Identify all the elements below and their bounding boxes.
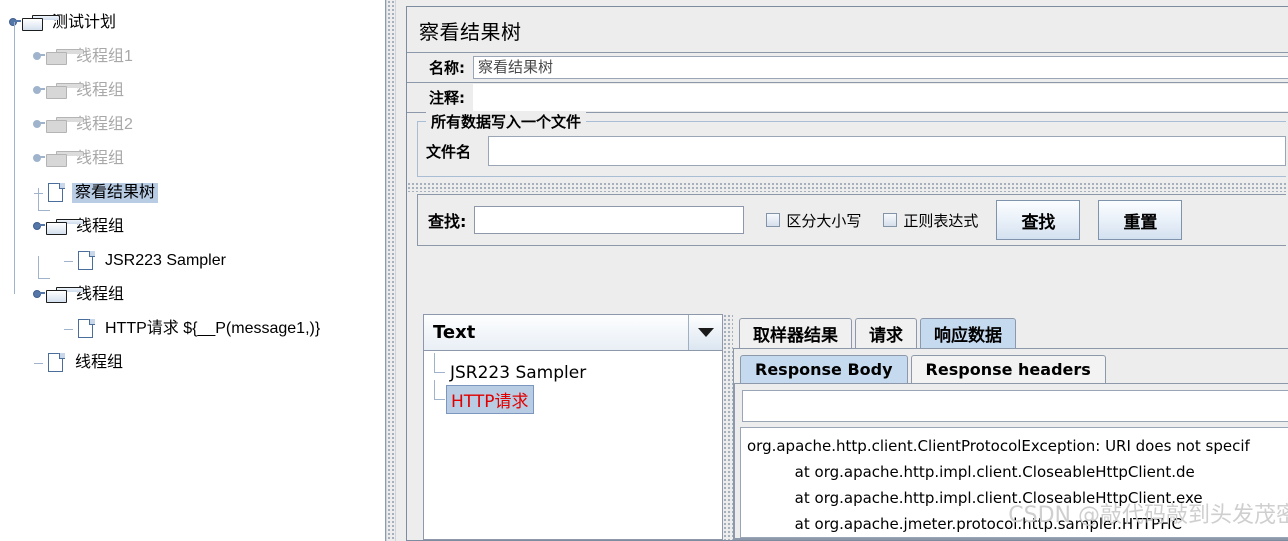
response-filter-input[interactable] (742, 390, 1288, 422)
search-input[interactable] (474, 206, 745, 234)
document-icon (48, 183, 65, 203)
tree-node-label: 线程组 (75, 354, 124, 371)
document-icon (48, 353, 65, 373)
checkbox-box-icon (766, 213, 781, 227)
folder-icon (46, 116, 84, 134)
case-sensitive-checkbox[interactable]: 区分大小写 (766, 210, 861, 231)
comment-row: 注释: (407, 83, 1288, 113)
tree-node[interactable]: JSR223 Sampler (0, 244, 385, 278)
sample-results-list[interactable]: JSR223 Sampler HTTP请求 (423, 351, 723, 540)
results-lower-area: Text JSR223 Sampler HTTP请求 取样器结果 请求 响应数据 Re… (417, 314, 1288, 540)
response-body-line: at org.apache.http.impl.client.Closeable… (747, 463, 1195, 481)
case-sensitive-label: 区分大小写 (786, 211, 862, 230)
tree-expand-handle-icon[interactable] (32, 289, 45, 302)
view-results-tree-card: 察看结果树 名称: 察看结果树 注释: 所有数据写入一个文件 文件名 查找: 区… (406, 6, 1288, 541)
tree-leaf-spacer (32, 357, 45, 370)
response-body-text[interactable]: org.apache.http.client.ClientProtocolExc… (740, 427, 1288, 538)
renderer-combobox[interactable]: Text (423, 314, 723, 351)
jmeter-window: 测试计划 线程组1 线程组 线程组2 线程组 察看结果树 线程组 JSR223 Sampler… (0, 0, 1288, 541)
main-tab[interactable]: 取样器结果 (739, 318, 852, 348)
write-all-data-group-title: 所有数据写入一个文件 (426, 111, 587, 132)
tree-node-label: HTTP请求 ${__P(message1,)} (105, 320, 321, 337)
response-column: 取样器结果 请求 响应数据 Response Body Response header… (733, 314, 1288, 540)
tree-connector-line (38, 188, 39, 210)
tree-node[interactable]: 线程组 (0, 142, 385, 176)
tree-node-label: JSR223 Sampler (105, 252, 226, 269)
results-vertical-splitter[interactable] (723, 314, 733, 540)
search-label: 查找: (428, 212, 467, 231)
response-body-line: at org.apache.jmeter.protocol.http.sampl… (747, 515, 1182, 533)
tree-connector-line (38, 278, 50, 279)
response-sub-tabs[interactable]: Response Body Response headers (734, 351, 1288, 383)
tree-expand-handle-icon[interactable] (32, 221, 45, 234)
tree-node[interactable]: 测试计划 (0, 6, 385, 40)
tree-connector-line (434, 353, 445, 373)
tree-node[interactable]: 线程组 (0, 278, 385, 312)
test-plan-tree[interactable]: 测试计划 线程组1 线程组 线程组2 线程组 察看结果树 线程组 JSR223 Sampler… (0, 0, 385, 380)
chevron-down-icon[interactable] (688, 315, 722, 350)
tree-node[interactable]: 线程组1 (0, 40, 385, 74)
tree-connector-line (38, 210, 50, 211)
result-list-item[interactable]: HTTP请求 (424, 380, 722, 414)
right-editor-area: 察看结果树 名称: 察看结果树 注释: 所有数据写入一个文件 文件名 查找: 区… (396, 0, 1288, 541)
tree-connector-line (14, 22, 15, 294)
tree-node[interactable]: HTTP请求 ${__P(message1,)} (0, 312, 385, 346)
filename-label: 文件名 (426, 142, 472, 161)
comment-label: 注释: (429, 89, 465, 107)
search-bar: 查找: 区分大小写 正则表达式 查找 重置 (417, 194, 1286, 246)
folder-icon (46, 286, 84, 304)
reset-button[interactable]: 重置 (1098, 200, 1183, 240)
tree-node[interactable]: 察看结果树 (0, 176, 385, 210)
folder-icon (46, 150, 84, 168)
filename-row: 文件名 (418, 136, 1286, 166)
tree-node[interactable]: 线程组 (0, 74, 385, 108)
find-button[interactable]: 查找 (996, 200, 1081, 240)
regex-checkbox[interactable]: 正则表达式 (883, 210, 978, 231)
result-list-item-label: JSR223 Sampler (450, 362, 587, 383)
main-tab[interactable]: 响应数据 (920, 318, 1016, 348)
tree-expand-handle-icon[interactable] (32, 153, 45, 166)
response-body-line: at org.apache.http.impl.client.Closeable… (747, 489, 1203, 507)
tree-connector-line (38, 256, 39, 278)
response-body-line: org.apache.http.client.ClientProtocolExc… (747, 437, 1250, 455)
response-sub-tab[interactable]: Response Body (740, 355, 908, 383)
tree-expand-handle-icon[interactable] (32, 85, 45, 98)
filename-input[interactable] (488, 136, 1286, 166)
tree-leaf-spacer (62, 323, 75, 336)
test-plan-tree-panel[interactable]: 测试计划 线程组1 线程组 线程组2 线程组 察看结果树 线程组 JSR223 Sampler… (0, 0, 386, 541)
name-row: 名称: 察看结果树 (407, 53, 1288, 83)
tree-node[interactable]: 线程组 (0, 210, 385, 244)
page-title: 察看结果树 (407, 7, 1288, 53)
tree-expand-handle-icon[interactable] (32, 51, 45, 64)
name-label: 名称: (429, 59, 465, 77)
response-sub-tab-body: org.apache.http.client.ClientProtocolExc… (734, 383, 1288, 539)
document-icon (78, 251, 95, 271)
main-tab-body: Response Body Response headers org.apache… (733, 348, 1288, 540)
renderer-combobox-value: Text (433, 322, 476, 343)
checkbox-box-icon (883, 213, 898, 227)
horizontal-splitter-top[interactable] (407, 182, 1288, 192)
result-list-item[interactable]: JSR223 Sampler (424, 353, 722, 386)
name-input[interactable]: 察看结果树 (473, 56, 1288, 79)
comment-input[interactable] (473, 84, 1288, 111)
tree-node-label: 察看结果树 (72, 183, 159, 203)
result-list-item-label: HTTP请求 (446, 385, 534, 414)
tree-node[interactable]: 线程组2 (0, 108, 385, 142)
main-vertical-splitter[interactable] (386, 0, 396, 541)
tree-expand-handle-icon[interactable] (32, 119, 45, 132)
folder-icon (22, 14, 60, 32)
folder-icon (46, 48, 84, 66)
tree-node[interactable]: 线程组 (0, 346, 385, 380)
results-tree-column: Text JSR223 Sampler HTTP请求 (417, 314, 723, 540)
main-tabs[interactable]: 取样器结果 请求 响应数据 (733, 314, 1288, 348)
tree-leaf-spacer (62, 255, 75, 268)
folder-icon (46, 82, 84, 100)
tree-connector-line (434, 380, 445, 400)
folder-icon (46, 218, 84, 236)
write-all-data-group: 所有数据写入一个文件 文件名 (417, 111, 1286, 177)
main-tab[interactable]: 请求 (855, 318, 917, 348)
regex-label: 正则表达式 (903, 211, 979, 230)
document-icon (78, 319, 95, 339)
response-sub-tab[interactable]: Response headers (910, 355, 1106, 383)
